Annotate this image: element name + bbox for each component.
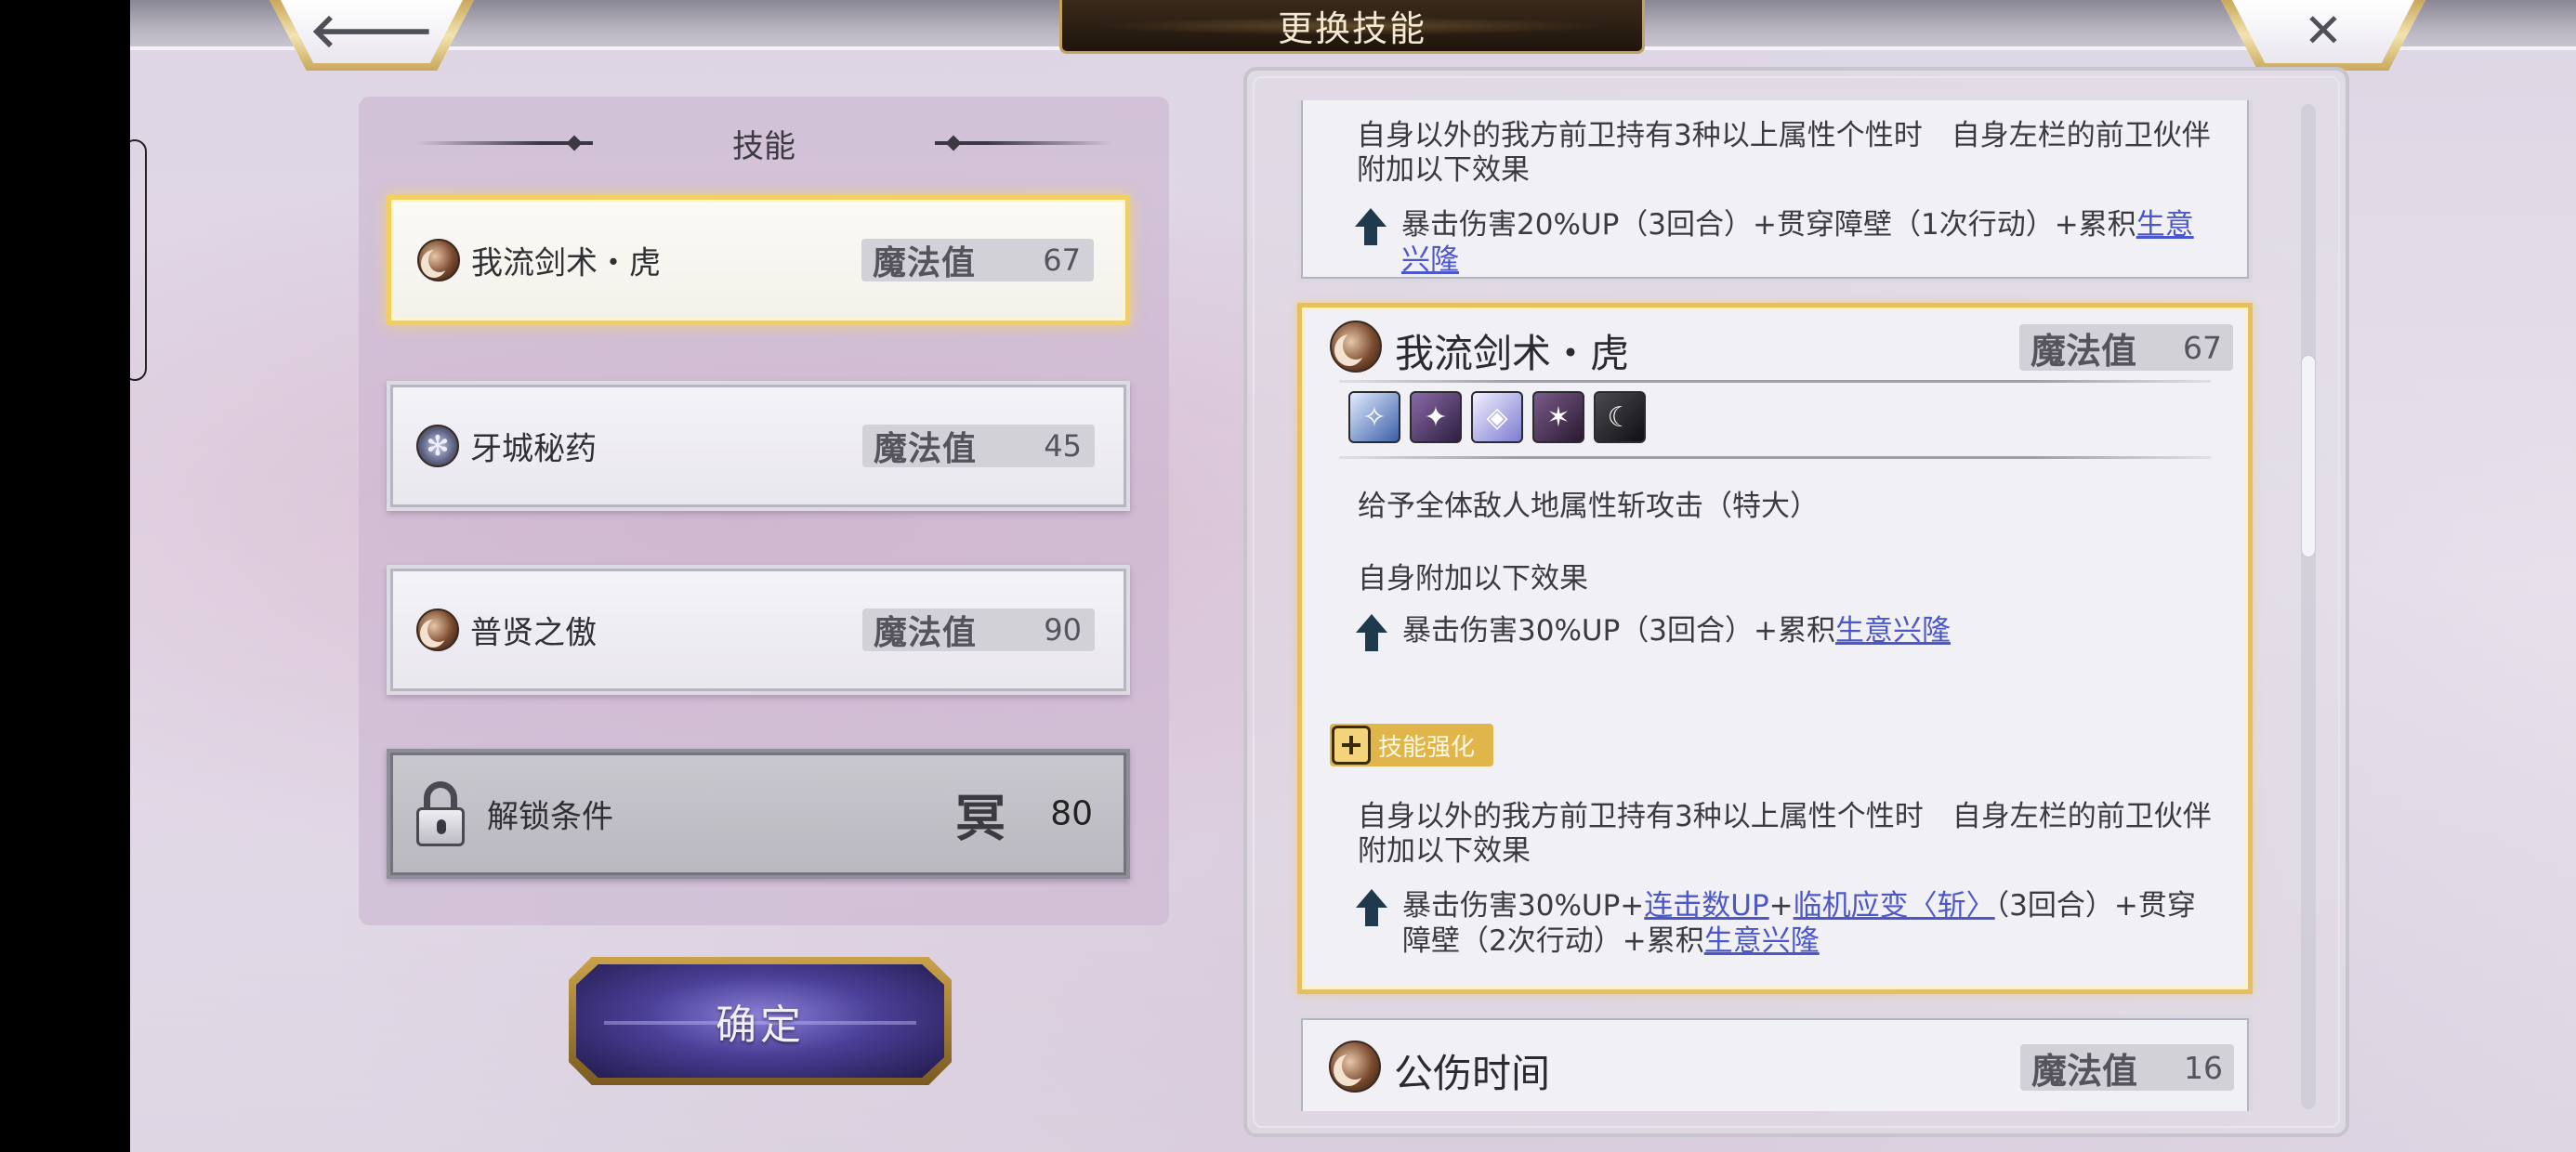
skill-list-header: 技能 — [359, 123, 1169, 165]
mp-label: 魔法值 — [2031, 330, 2137, 372]
divider — [1339, 456, 2211, 459]
up-arrow-icon — [1356, 889, 1387, 926]
effect-text: 暴击伤害30%UP+ — [1402, 889, 1645, 923]
effect-text: + — [1768, 889, 1794, 923]
unlock-value: 80 — [1050, 794, 1093, 833]
effect-text: 暴击伤害30%UP（3回合）+累积 — [1402, 614, 1835, 648]
skill-detail-name: 公伤时间 — [1394, 1051, 1551, 1096]
skill-detail-card-selected: 我流剑术・虎 魔法值 67 ✧ ✦ ◈ ✶ ☾ 给予全体敌人地属性斩攻击（特大）… — [1297, 303, 2253, 994]
skill-boost-badge: 技能强化 — [1330, 724, 1494, 766]
gear-skill-icon — [416, 425, 459, 467]
locked-skill-card[interactable]: 解锁条件 冥 80 — [387, 749, 1130, 879]
attribute-icons: ✧ ✦ ◈ ✶ ☾ — [1348, 391, 1646, 443]
title-plate: 更换技能 — [1059, 0, 1645, 54]
scrollbar[interactable] — [2301, 104, 2316, 1109]
mp-label: 魔法值 — [873, 244, 977, 282]
close-button[interactable]: ✕ — [2221, 0, 2425, 71]
mp-label: 魔法值 — [874, 430, 978, 468]
unlock-condition-label: 解锁条件 — [487, 798, 613, 836]
skill-detail-card: 自身以外的我方前卫持有3种以上属性个性时 自身左栏的前卫伙伴附加以下效果 暴击伤… — [1297, 100, 2253, 282]
lock-icon — [414, 781, 467, 846]
mp-cost: 魔法值 45 — [862, 425, 1095, 468]
effect-row: 暴击伤害20%UP（3回合）+贯穿障壁（1次行动）+累积生意兴隆 — [1355, 208, 2221, 279]
mp-value: 67 — [2183, 329, 2222, 366]
unlock-glyph: 冥 — [955, 789, 1005, 848]
mp-value: 67 — [1043, 242, 1081, 278]
mp-cost: 魔法值 67 — [2019, 324, 2233, 372]
self-effect-text: 自身附加以下效果 — [1358, 562, 1588, 596]
crystal-element-icon: ◈ — [1471, 391, 1523, 443]
skill-boost-label: 技能强化 — [1378, 733, 1476, 762]
effect-row: 暴击伤害30%UP（3回合）+累积生意兴隆 — [1356, 614, 2220, 651]
confirm-button[interactable]: 确定 — [569, 957, 952, 1085]
confirm-label: 确定 — [716, 1001, 805, 1049]
skill-detail-name: 我流剑术・虎 — [1395, 331, 1630, 376]
mp-cost: 魔法值 90 — [862, 609, 1095, 652]
keyword-link[interactable]: 临机应变〈斩〉 — [1794, 889, 1995, 923]
game-screen: 🡐 更换技能 ✕ 技能 我流剑术・虎 魔法值 67 牙城秘药 魔法值 45 — [130, 0, 2576, 1152]
ornament-divider — [416, 141, 593, 145]
effect-text: 暴击伤害20%UP（3回合）+贯穿障壁（1次行动）+累积 — [1401, 208, 2136, 242]
back-button[interactable]: 🡐 — [269, 0, 474, 71]
skill-detail-scroll-area[interactable]: 自身以外的我方前卫持有3种以上属性个性时 自身左栏的前卫伙伴附加以下效果 暴击伤… — [1243, 100, 2321, 1111]
skill-name: 普贤之傲 — [470, 614, 597, 652]
effect-condition-text: 自身以外的我方前卫持有3种以上属性个性时 自身左栏的前卫伙伴附加以下效果 — [1358, 800, 2212, 869]
keyword-link[interactable]: 生意兴隆 — [1835, 614, 1951, 648]
skill-description: 给予全体敌人地属性斩攻击（特大） — [1358, 490, 1819, 523]
device-edge — [130, 139, 147, 381]
crescent-element-icon: ☾ — [1594, 391, 1646, 443]
ornament-divider — [935, 141, 1111, 145]
blue-element-icon: ✧ — [1348, 391, 1400, 443]
mp-label: 魔法值 — [2031, 1050, 2138, 1092]
skill-name: 牙城秘药 — [470, 430, 597, 468]
mp-value: 90 — [1044, 612, 1082, 648]
mp-value: 45 — [1044, 428, 1082, 464]
scroll-thumb[interactable] — [2301, 355, 2316, 557]
keyword-link[interactable]: 连击数UP — [1644, 889, 1768, 923]
up-arrow-icon — [1356, 614, 1387, 651]
skill-list-panel: 技能 我流剑术・虎 魔法值 67 牙城秘药 魔法值 45 普贤之傲 魔法值 — [359, 97, 1169, 925]
skill-name: 我流剑术・虎 — [471, 244, 661, 282]
effect-condition-text: 自身以外的我方前卫持有3种以上属性个性时 自身左栏的前卫伙伴附加以下效果 — [1357, 119, 2211, 188]
mp-label: 魔法值 — [874, 614, 978, 652]
up-arrow-icon — [1355, 208, 1387, 245]
mp-cost: 魔法值 67 — [861, 239, 1094, 282]
close-icon: ✕ — [2304, 4, 2343, 58]
skill-card-selected[interactable]: 我流剑术・虎 魔法值 67 — [387, 195, 1130, 325]
moon-skill-icon — [417, 239, 460, 281]
back-arrow-icon: 🡐 — [309, 4, 435, 58]
divider — [1339, 380, 2211, 383]
skill-card[interactable]: 普贤之傲 魔法值 90 — [387, 565, 1130, 695]
moon-skill-icon — [416, 609, 459, 651]
mp-cost: 魔法值 16 — [2020, 1044, 2234, 1092]
skill-detail-card: 公伤时间 魔法值 16 — [1297, 1015, 2253, 1111]
skill-card[interactable]: 牙城秘药 魔法值 45 — [387, 381, 1130, 511]
moon-skill-icon — [1330, 321, 1382, 373]
keyword-link[interactable]: 生意兴隆 — [1704, 924, 1820, 958]
moon-skill-icon — [1329, 1041, 1381, 1093]
plus-icon — [1332, 726, 1371, 765]
claw-element-icon: ✶ — [1532, 391, 1584, 443]
mp-value: 16 — [2184, 1049, 2223, 1086]
effect-row: 暴击伤害30%UP+连击数UP+临机应变〈斩〉（3回合）+贯穿障壁（2次行动）+… — [1356, 889, 2220, 960]
page-title: 更换技能 — [1277, 8, 1426, 49]
skill-list-title: 技能 — [732, 127, 795, 165]
purple-element-icon: ✦ — [1410, 391, 1462, 443]
